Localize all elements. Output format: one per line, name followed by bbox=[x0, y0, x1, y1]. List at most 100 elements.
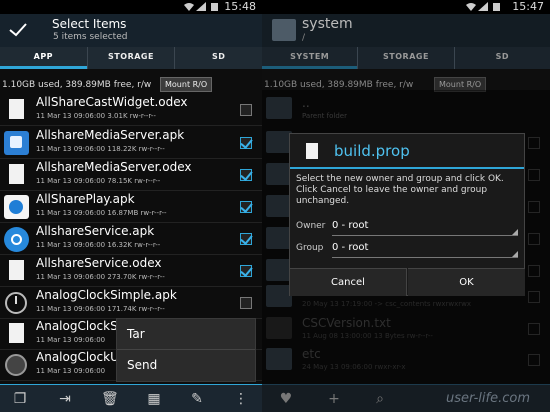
right-pane: 15:47 system / SYSTEM STORAGE SD 1.10GB … bbox=[262, 0, 550, 412]
document-icon bbox=[3, 258, 30, 284]
analog-clock-app-icon bbox=[3, 290, 30, 316]
media-server-app-icon bbox=[3, 130, 30, 156]
tab-bar: SYSTEM STORAGE SD bbox=[262, 47, 550, 69]
file-meta: 11 Mar 13 09:06:00 3.01K rw-r--r-- bbox=[36, 112, 156, 120]
cancel-button[interactable]: Cancel bbox=[290, 268, 407, 296]
allshare-play-app-icon bbox=[3, 194, 30, 220]
file-row[interactable]: AnalogClockSimple.apk 11 Mar 13 09:06:00… bbox=[0, 287, 262, 319]
toolbar: ♥ + ⌕ user-life.com bbox=[262, 384, 550, 412]
storage-info: 1.10GB used, 389.89MB free, r/w Mount R/… bbox=[0, 77, 262, 93]
signal-icon bbox=[478, 2, 488, 11]
file-meta: 11 Mar 13 09:06:00 bbox=[36, 336, 106, 344]
file-meta: 11 Mar 13 09:06:00 273.70K rw-r--r-- bbox=[36, 273, 165, 281]
header-subtitle: 5 items selected bbox=[53, 32, 128, 42]
favorite-icon[interactable]: ♥ bbox=[278, 391, 294, 407]
add-icon[interactable]: + bbox=[326, 391, 342, 407]
dialog-title: build.prop bbox=[334, 142, 410, 160]
select-checkbox[interactable] bbox=[240, 233, 252, 245]
copy-icon[interactable]: ❐ bbox=[12, 391, 28, 407]
menu-item-send[interactable]: Send bbox=[117, 350, 255, 381]
owner-select[interactable]: 0 - root bbox=[332, 220, 368, 231]
header-title: system bbox=[302, 16, 353, 32]
storage-info-text: 1.10GB used, 389.89MB free, r/w bbox=[264, 80, 414, 90]
group-select[interactable]: 0 - root bbox=[332, 242, 368, 253]
search-icon[interactable]: ⌕ bbox=[372, 391, 388, 407]
select-checkbox[interactable] bbox=[240, 265, 252, 277]
battery-icon bbox=[211, 3, 218, 11]
file-name: AllShareCastWidget.odex bbox=[36, 95, 188, 109]
status-bar: 15:48 bbox=[0, 0, 262, 14]
watermark: user-life.com bbox=[445, 391, 530, 406]
file-name: AnalogClockSimple.apk bbox=[36, 288, 177, 302]
mount-button[interactable]: Mount R/O bbox=[160, 77, 213, 92]
header-title: Select Items bbox=[52, 17, 127, 31]
dropdown-arrow-icon bbox=[512, 229, 518, 235]
owner-label: Owner bbox=[296, 221, 326, 231]
dialog-header: build.prop bbox=[290, 134, 524, 169]
menu-item-tar[interactable]: Tar bbox=[117, 319, 255, 350]
group-underline bbox=[332, 257, 518, 258]
file-name: AllshareService.apk bbox=[36, 224, 155, 238]
delete-icon[interactable]: 🗑 bbox=[101, 391, 119, 407]
properties-icon[interactable]: ✎ bbox=[189, 391, 205, 407]
file-meta: 11 Mar 13 09:06:00 bbox=[36, 367, 106, 375]
group-field[interactable]: Group 0 - root bbox=[296, 240, 518, 258]
owner-field[interactable]: Owner 0 - root bbox=[296, 218, 518, 236]
file-row[interactable]: AllShareCastWidget.odex 11 Mar 13 09:06:… bbox=[0, 94, 262, 126]
wifi-icon bbox=[184, 3, 194, 11]
tab-app[interactable]: APP bbox=[0, 47, 87, 69]
tab-bar: APP STORAGE SD bbox=[0, 47, 262, 69]
document-icon bbox=[3, 162, 30, 188]
folder-header: system / bbox=[262, 14, 550, 47]
file-row[interactable]: AllshareService.odex 11 Mar 13 09:06:00 … bbox=[0, 255, 262, 287]
battery-icon bbox=[493, 3, 500, 11]
storage-info-text: 1.10GB used, 389.89MB free, r/w bbox=[2, 80, 152, 90]
wifi-icon bbox=[466, 3, 476, 11]
file-name: AnalogClockS bbox=[36, 319, 118, 333]
checkmark-icon[interactable] bbox=[9, 23, 27, 37]
context-menu: Tar Send bbox=[116, 318, 256, 382]
file-icon bbox=[306, 143, 318, 159]
select-checkbox[interactable] bbox=[240, 104, 252, 116]
file-row[interactable]: AllshareMediaServer.odex 11 Mar 13 09:06… bbox=[0, 159, 262, 191]
document-icon bbox=[3, 321, 30, 347]
tab-system[interactable]: SYSTEM bbox=[262, 47, 358, 69]
owner-underline bbox=[332, 235, 518, 236]
left-pane: 15:48 Select Items 5 items selected APP … bbox=[0, 0, 262, 412]
file-meta: 11 Mar 13 09:06:00 16.87MB rw-r--r-- bbox=[36, 209, 167, 217]
move-icon[interactable]: ⇥ bbox=[57, 391, 73, 407]
tab-storage[interactable]: STORAGE bbox=[86, 47, 175, 69]
file-row[interactable]: AllSharePlay.apk 11 Mar 13 09:06:00 16.8… bbox=[0, 191, 262, 223]
select-all-icon[interactable]: ▦ bbox=[146, 391, 162, 407]
select-checkbox[interactable] bbox=[240, 137, 252, 149]
dropdown-arrow-icon bbox=[512, 251, 518, 257]
file-row[interactable]: AllshareService.apk 11 Mar 13 09:06:00 1… bbox=[0, 223, 262, 255]
group-label: Group bbox=[296, 243, 324, 253]
select-checkbox[interactable] bbox=[240, 201, 252, 213]
clock: 15:47 bbox=[512, 0, 544, 13]
clock-app-icon bbox=[3, 352, 30, 378]
ok-button[interactable]: OK bbox=[408, 268, 525, 296]
file-name: AllshareMediaServer.odex bbox=[36, 160, 192, 174]
select-checkbox[interactable] bbox=[240, 169, 252, 181]
action-bar: ❐ ⇥ 🗑 ▦ ✎ ⋮ bbox=[0, 384, 262, 412]
document-icon bbox=[3, 97, 30, 123]
tab-sd[interactable]: SD bbox=[174, 47, 262, 69]
file-meta: 11 Mar 13 09:06:00 16.32K rw-r--r-- bbox=[36, 241, 161, 249]
tab-sd[interactable]: SD bbox=[453, 47, 550, 69]
dialog-message: Select the new owner and group and click… bbox=[296, 174, 504, 206]
signal-icon bbox=[196, 2, 206, 11]
folder-icon bbox=[272, 19, 296, 41]
allshare-service-app-icon bbox=[3, 226, 30, 252]
file-meta: 11 Mar 13 09:06:00 118.22K rw-r--r-- bbox=[36, 145, 165, 153]
file-name: AllshareService.odex bbox=[36, 256, 162, 270]
header-path: / bbox=[302, 33, 306, 43]
overflow-menu-icon[interactable]: ⋮ bbox=[233, 391, 249, 407]
clock: 15:48 bbox=[224, 0, 256, 13]
tab-storage[interactable]: STORAGE bbox=[357, 47, 453, 69]
select-checkbox[interactable] bbox=[240, 297, 252, 309]
change-owner-dialog: build.prop Select the new owner and grou… bbox=[289, 133, 525, 296]
file-row[interactable]: AllshareMediaServer.apk 11 Mar 13 09:06:… bbox=[0, 127, 262, 159]
file-name: AllshareMediaServer.apk bbox=[36, 128, 185, 142]
file-name: AllSharePlay.apk bbox=[36, 192, 135, 206]
